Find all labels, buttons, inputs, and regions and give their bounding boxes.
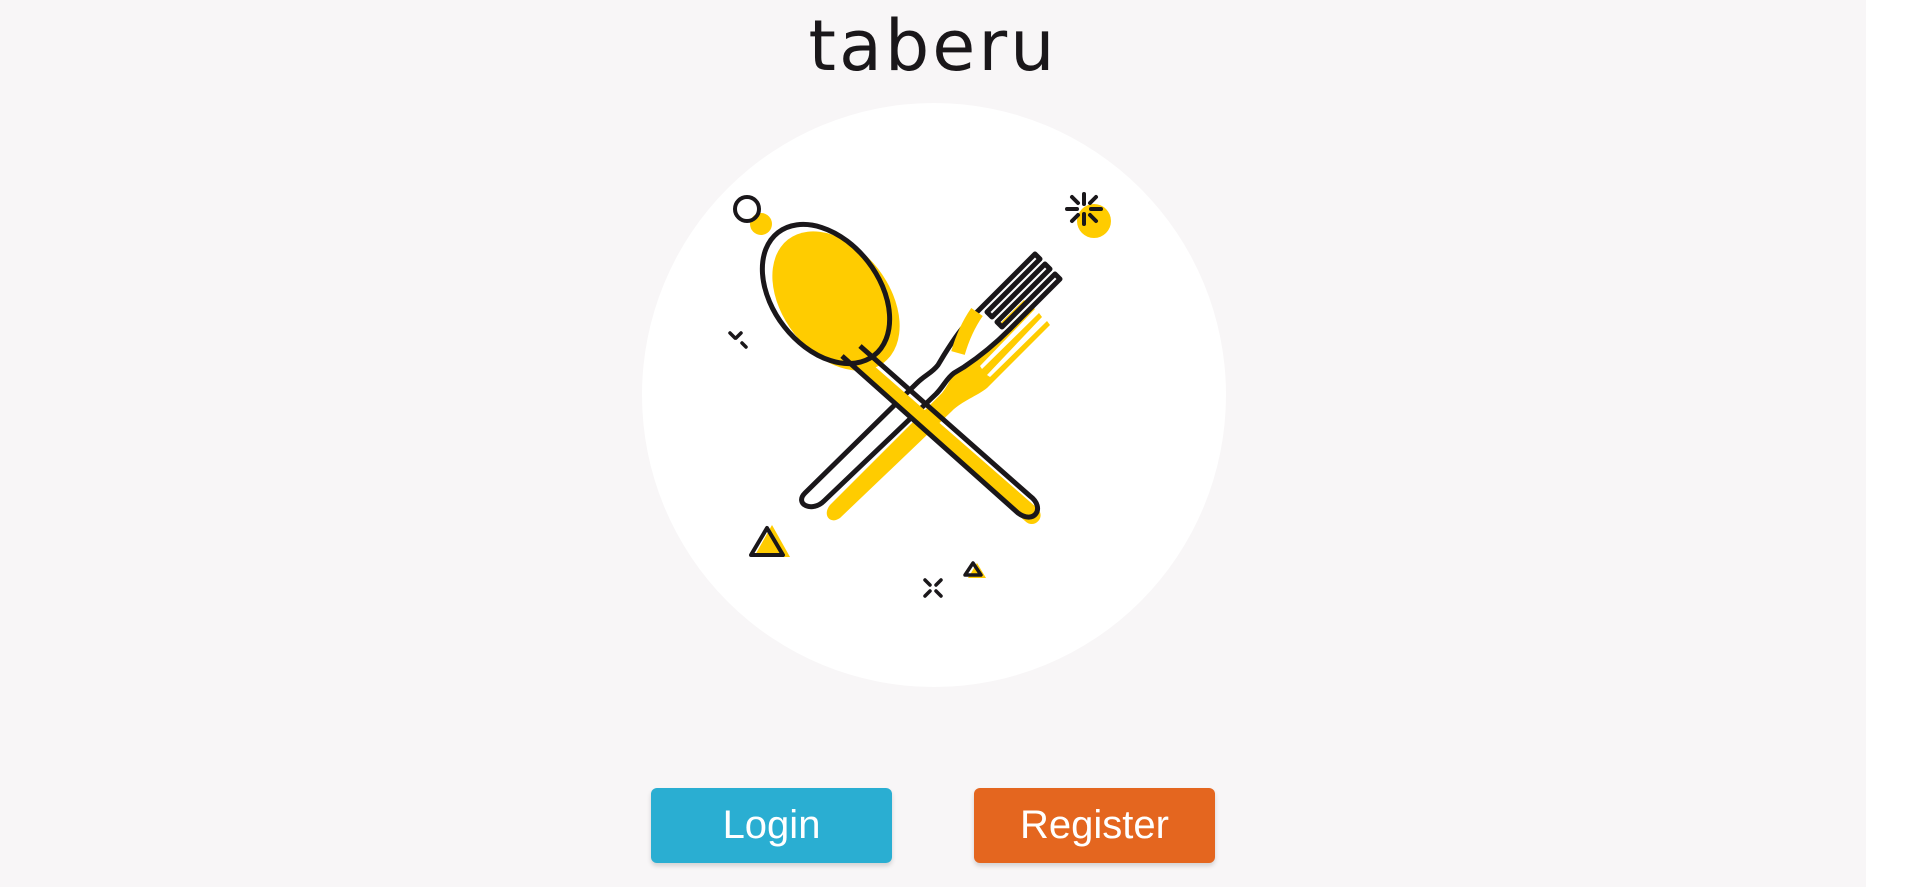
triangle-decoration-icon	[749, 525, 790, 557]
spoon-and-fork-icon	[728, 192, 1111, 598]
cross-decoration-icon	[728, 331, 748, 349]
app-frame: taberu Login Register	[0, 0, 1866, 887]
cross-decoration-icon	[923, 578, 943, 598]
sparkle-decoration-icon	[1065, 192, 1111, 238]
register-button[interactable]: Register	[974, 788, 1215, 863]
triangle-decoration-icon	[963, 561, 986, 578]
ring-decoration-icon	[733, 195, 772, 235]
login-button[interactable]: Login	[651, 788, 892, 863]
brand-logo: taberu	[808, 5, 1058, 87]
